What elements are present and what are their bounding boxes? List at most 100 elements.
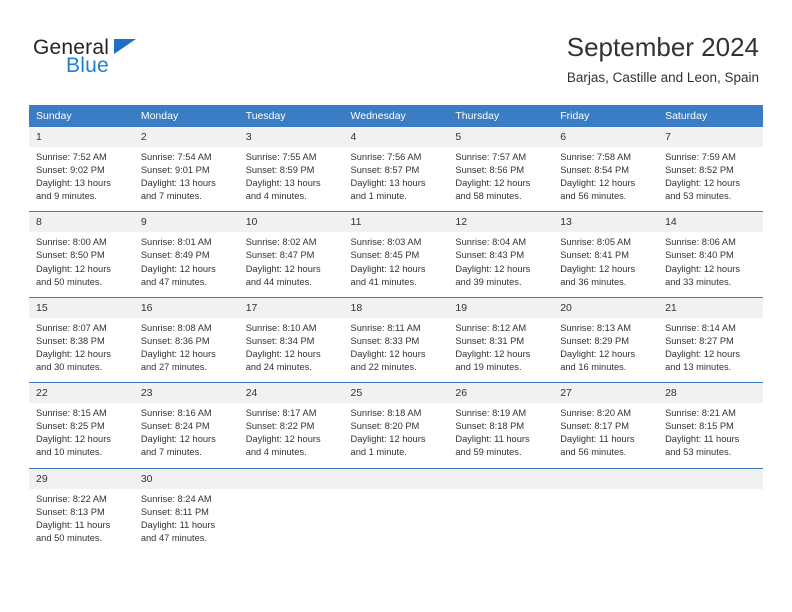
day-number: 3 bbox=[238, 127, 344, 147]
calendar-day-cell[interactable]: 18 Sunrise: 8:11 AM Sunset: 8:33 PM Dayligh… bbox=[343, 296, 449, 383]
sunrise-text: Sunrise: 7:52 AM bbox=[36, 152, 107, 162]
sunset-text: Sunset: 8:52 PM bbox=[665, 165, 734, 176]
calendar-page: General Blue September 2024 Barjas, Cast… bbox=[0, 0, 792, 612]
daylight-text-line2: and 36 minutes. bbox=[560, 276, 627, 287]
sunset-text: Sunset: 9:02 PM bbox=[36, 165, 105, 176]
daylight-text-line2: and 53 minutes. bbox=[665, 447, 732, 458]
calendar-day-cell[interactable]: 6 Sunrise: 7:58 AM Sunset: 8:54 PM Daylight… bbox=[553, 127, 659, 212]
general-blue-logo[interactable]: General Blue bbox=[33, 36, 263, 86]
day-number: 5 bbox=[448, 127, 554, 147]
day-number: 30 bbox=[133, 468, 239, 489]
calendar-week-row: 15 Sunrise: 8:07 AM Sunset: 8:38 PM Dayligh… bbox=[29, 296, 763, 383]
calendar-week-row: 8 Sunrise: 8:00 AM Sunset: 8:50 PM Daylight… bbox=[29, 211, 763, 298]
day-sun-info: Sunrise: 8:07 AM Sunset: 8:38 PM Daylight:… bbox=[29, 318, 134, 382]
sunrise-text: Sunrise: 7:55 AM bbox=[245, 152, 317, 162]
calendar-day-cell[interactable]: 16 Sunrise: 8:08 AM Sunset: 8:36 PM Dayligh… bbox=[133, 296, 239, 383]
calendar-day-cell[interactable]: 19 Sunrise: 8:12 AM Sunset: 8:31 PM Dayligh… bbox=[448, 296, 554, 383]
day-sun-info: Sunrise: 8:10 AM Sunset: 8:34 PM Daylight:… bbox=[239, 318, 344, 382]
daylight-text-line2: and 4 minutes. bbox=[245, 191, 307, 202]
day-sun-info: Sunrise: 8:17 AM Sunset: 8:22 PM Daylight:… bbox=[239, 403, 344, 467]
title-block: September 2024 Barjas, Castille and Leon… bbox=[567, 32, 759, 87]
sunset-text: Sunset: 8:56 PM bbox=[455, 165, 525, 176]
weekday-header-thursday: Thursday bbox=[448, 105, 554, 127]
sunrise-text: Sunrise: 8:12 AM bbox=[455, 322, 527, 333]
calendar-day-cell[interactable]: 9 Sunrise: 8:01 AM Sunset: 8:49 PM Daylight… bbox=[133, 211, 239, 298]
daylight-text-line1: Daylight: 11 hours bbox=[665, 434, 740, 445]
daylight-text-line2: and 7 minutes. bbox=[140, 191, 202, 202]
calendar-day-cell[interactable]: 13 Sunrise: 8:05 AM Sunset: 8:41 PM Dayligh… bbox=[553, 211, 659, 298]
daylight-text-line1: Daylight: 12 hours bbox=[455, 178, 531, 189]
day-number: 20 bbox=[553, 297, 659, 318]
sunrise-text: Sunrise: 7:58 AM bbox=[560, 152, 632, 162]
day-number: 24 bbox=[238, 383, 344, 404]
daylight-text-line2: and 27 minutes. bbox=[140, 362, 207, 373]
calendar-day-cell[interactable]: 29 Sunrise: 8:22 AM Sunset: 8:13 PM Dayligh… bbox=[29, 467, 134, 553]
day-cell-inner: 27 Sunrise: 8:20 AM Sunset: 8:17 PM Dayligh… bbox=[553, 383, 659, 467]
calendar-day-cell[interactable]: 15 Sunrise: 8:07 AM Sunset: 8:38 PM Dayligh… bbox=[29, 296, 134, 383]
calendar-grid: Sunday Monday Tuesday Wednesday Thursday… bbox=[29, 105, 763, 553]
calendar-day-cell[interactable]: 14 Sunrise: 8:06 AM Sunset: 8:40 PM Dayligh… bbox=[658, 211, 763, 298]
daylight-text-line1: Daylight: 12 hours bbox=[140, 348, 216, 359]
sunrise-text: Sunrise: 8:16 AM bbox=[140, 408, 212, 419]
daylight-text-line1: Daylight: 13 hours bbox=[140, 178, 216, 189]
sunrise-text: Sunrise: 8:08 AM bbox=[140, 322, 212, 333]
day-sun-info: Sunrise: 7:54 AM Sunset: 9:01 PM Daylight:… bbox=[134, 147, 239, 211]
calendar-day-cell-empty bbox=[553, 467, 659, 553]
day-number: 13 bbox=[553, 212, 659, 233]
day-number: 22 bbox=[29, 383, 134, 404]
day-number: 11 bbox=[343, 212, 449, 233]
calendar-day-cell[interactable]: 1 Sunrise: 7:52 AM Sunset: 9:02 PM Daylight… bbox=[29, 127, 134, 212]
daylight-text-line2: and 1 minute. bbox=[350, 191, 407, 202]
daylight-text-line2: and 58 minutes. bbox=[455, 191, 522, 202]
calendar-day-cell[interactable]: 2 Sunrise: 7:54 AM Sunset: 9:01 PM Daylight… bbox=[133, 127, 239, 212]
calendar-day-cell[interactable]: 17 Sunrise: 8:10 AM Sunset: 8:34 PM Dayligh… bbox=[238, 296, 344, 383]
day-sun-info: Sunrise: 8:11 AM Sunset: 8:33 PM Daylight:… bbox=[344, 318, 449, 382]
day-number: 18 bbox=[343, 297, 449, 318]
calendar-day-cell[interactable]: 8 Sunrise: 8:00 AM Sunset: 8:50 PM Daylight… bbox=[29, 211, 134, 298]
day-cell-inner: 26 Sunrise: 8:19 AM Sunset: 8:18 PM Dayligh… bbox=[448, 383, 554, 467]
calendar-day-cell[interactable]: 5 Sunrise: 7:57 AM Sunset: 8:56 PM Daylight… bbox=[448, 127, 554, 212]
calendar-day-cell-empty bbox=[238, 467, 344, 553]
day-sun-info: Sunrise: 8:15 AM Sunset: 8:25 PM Daylight:… bbox=[29, 403, 134, 467]
weekday-header-monday: Monday bbox=[133, 105, 239, 127]
day-number: 27 bbox=[553, 383, 659, 404]
calendar-day-cell[interactable]: 20 Sunrise: 8:13 AM Sunset: 8:29 PM Dayligh… bbox=[553, 296, 659, 383]
calendar-day-cell[interactable]: 30 Sunrise: 8:24 AM Sunset: 8:11 PM Dayligh… bbox=[133, 467, 239, 553]
sunrise-text: Sunrise: 7:54 AM bbox=[140, 152, 212, 162]
day-cell-inner: 11 Sunrise: 8:03 AM Sunset: 8:45 PM Dayligh… bbox=[343, 212, 449, 296]
day-cell-inner: 19 Sunrise: 8:12 AM Sunset: 8:31 PM Dayligh… bbox=[448, 297, 554, 382]
day-number: 26 bbox=[448, 383, 554, 404]
calendar-day-cell[interactable]: 23 Sunrise: 8:16 AM Sunset: 8:24 PM Dayligh… bbox=[133, 382, 239, 468]
day-sun-info: Sunrise: 8:03 AM Sunset: 8:45 PM Daylight:… bbox=[344, 232, 449, 296]
day-sun-info: Sunrise: 7:56 AM Sunset: 8:57 PM Daylight:… bbox=[344, 147, 449, 211]
sunset-text: Sunset: 8:18 PM bbox=[455, 421, 525, 432]
day-number: 14 bbox=[658, 212, 763, 233]
daylight-text-line2: and 24 minutes. bbox=[245, 362, 312, 373]
calendar-day-cell[interactable]: 26 Sunrise: 8:19 AM Sunset: 8:18 PM Dayligh… bbox=[448, 382, 554, 468]
day-cell-inner: 25 Sunrise: 8:18 AM Sunset: 8:20 PM Dayligh… bbox=[343, 383, 449, 467]
calendar-day-cell[interactable]: 25 Sunrise: 8:18 AM Sunset: 8:20 PM Dayligh… bbox=[343, 382, 449, 468]
calendar-day-cell[interactable]: 12 Sunrise: 8:04 AM Sunset: 8:43 PM Dayligh… bbox=[448, 211, 554, 298]
calendar-day-cell[interactable]: 22 Sunrise: 8:15 AM Sunset: 8:25 PM Dayligh… bbox=[29, 382, 134, 468]
sunset-text: Sunset: 8:29 PM bbox=[560, 335, 629, 346]
sunset-text: Sunset: 8:43 PM bbox=[455, 250, 525, 261]
calendar-day-cell[interactable]: 11 Sunrise: 8:03 AM Sunset: 8:45 PM Dayligh… bbox=[343, 211, 449, 298]
daylight-text-line1: Daylight: 12 hours bbox=[350, 434, 426, 445]
day-sun-info: Sunrise: 8:21 AM Sunset: 8:15 PM Daylight:… bbox=[658, 403, 763, 467]
calendar-day-cell[interactable]: 27 Sunrise: 8:20 AM Sunset: 8:17 PM Dayligh… bbox=[553, 382, 659, 468]
day-cell-inner: 24 Sunrise: 8:17 AM Sunset: 8:22 PM Dayligh… bbox=[238, 383, 344, 467]
day-cell-inner: 21 Sunrise: 8:14 AM Sunset: 8:27 PM Dayligh… bbox=[658, 297, 763, 382]
day-cell-inner: 30 Sunrise: 8:24 AM Sunset: 8:11 PM Dayligh… bbox=[133, 468, 239, 553]
sunrise-text: Sunrise: 8:19 AM bbox=[455, 408, 527, 419]
day-cell-inner: 4 Sunrise: 7:56 AM Sunset: 8:57 PM Daylight… bbox=[343, 127, 449, 211]
daylight-text-line2: and 30 minutes. bbox=[36, 362, 103, 373]
calendar-day-cell[interactable]: 4 Sunrise: 7:56 AM Sunset: 8:57 PM Daylight… bbox=[343, 127, 449, 212]
calendar-day-cell[interactable]: 21 Sunrise: 8:14 AM Sunset: 8:27 PM Dayligh… bbox=[658, 296, 763, 383]
calendar-day-cell[interactable]: 10 Sunrise: 8:02 AM Sunset: 8:47 PM Dayligh… bbox=[238, 211, 344, 298]
calendar-day-cell[interactable]: 24 Sunrise: 8:17 AM Sunset: 8:22 PM Dayligh… bbox=[238, 382, 344, 468]
calendar-day-cell[interactable]: 3 Sunrise: 7:55 AM Sunset: 8:59 PM Daylight… bbox=[238, 127, 344, 212]
day-cell-inner: 5 Sunrise: 7:57 AM Sunset: 8:56 PM Daylight… bbox=[448, 127, 554, 211]
day-number bbox=[238, 468, 344, 489]
calendar-day-cell[interactable]: 28 Sunrise: 8:21 AM Sunset: 8:15 PM Dayligh… bbox=[658, 382, 763, 468]
calendar-day-cell[interactable]: 7 Sunrise: 7:59 AM Sunset: 8:52 PM Daylight… bbox=[658, 127, 763, 212]
